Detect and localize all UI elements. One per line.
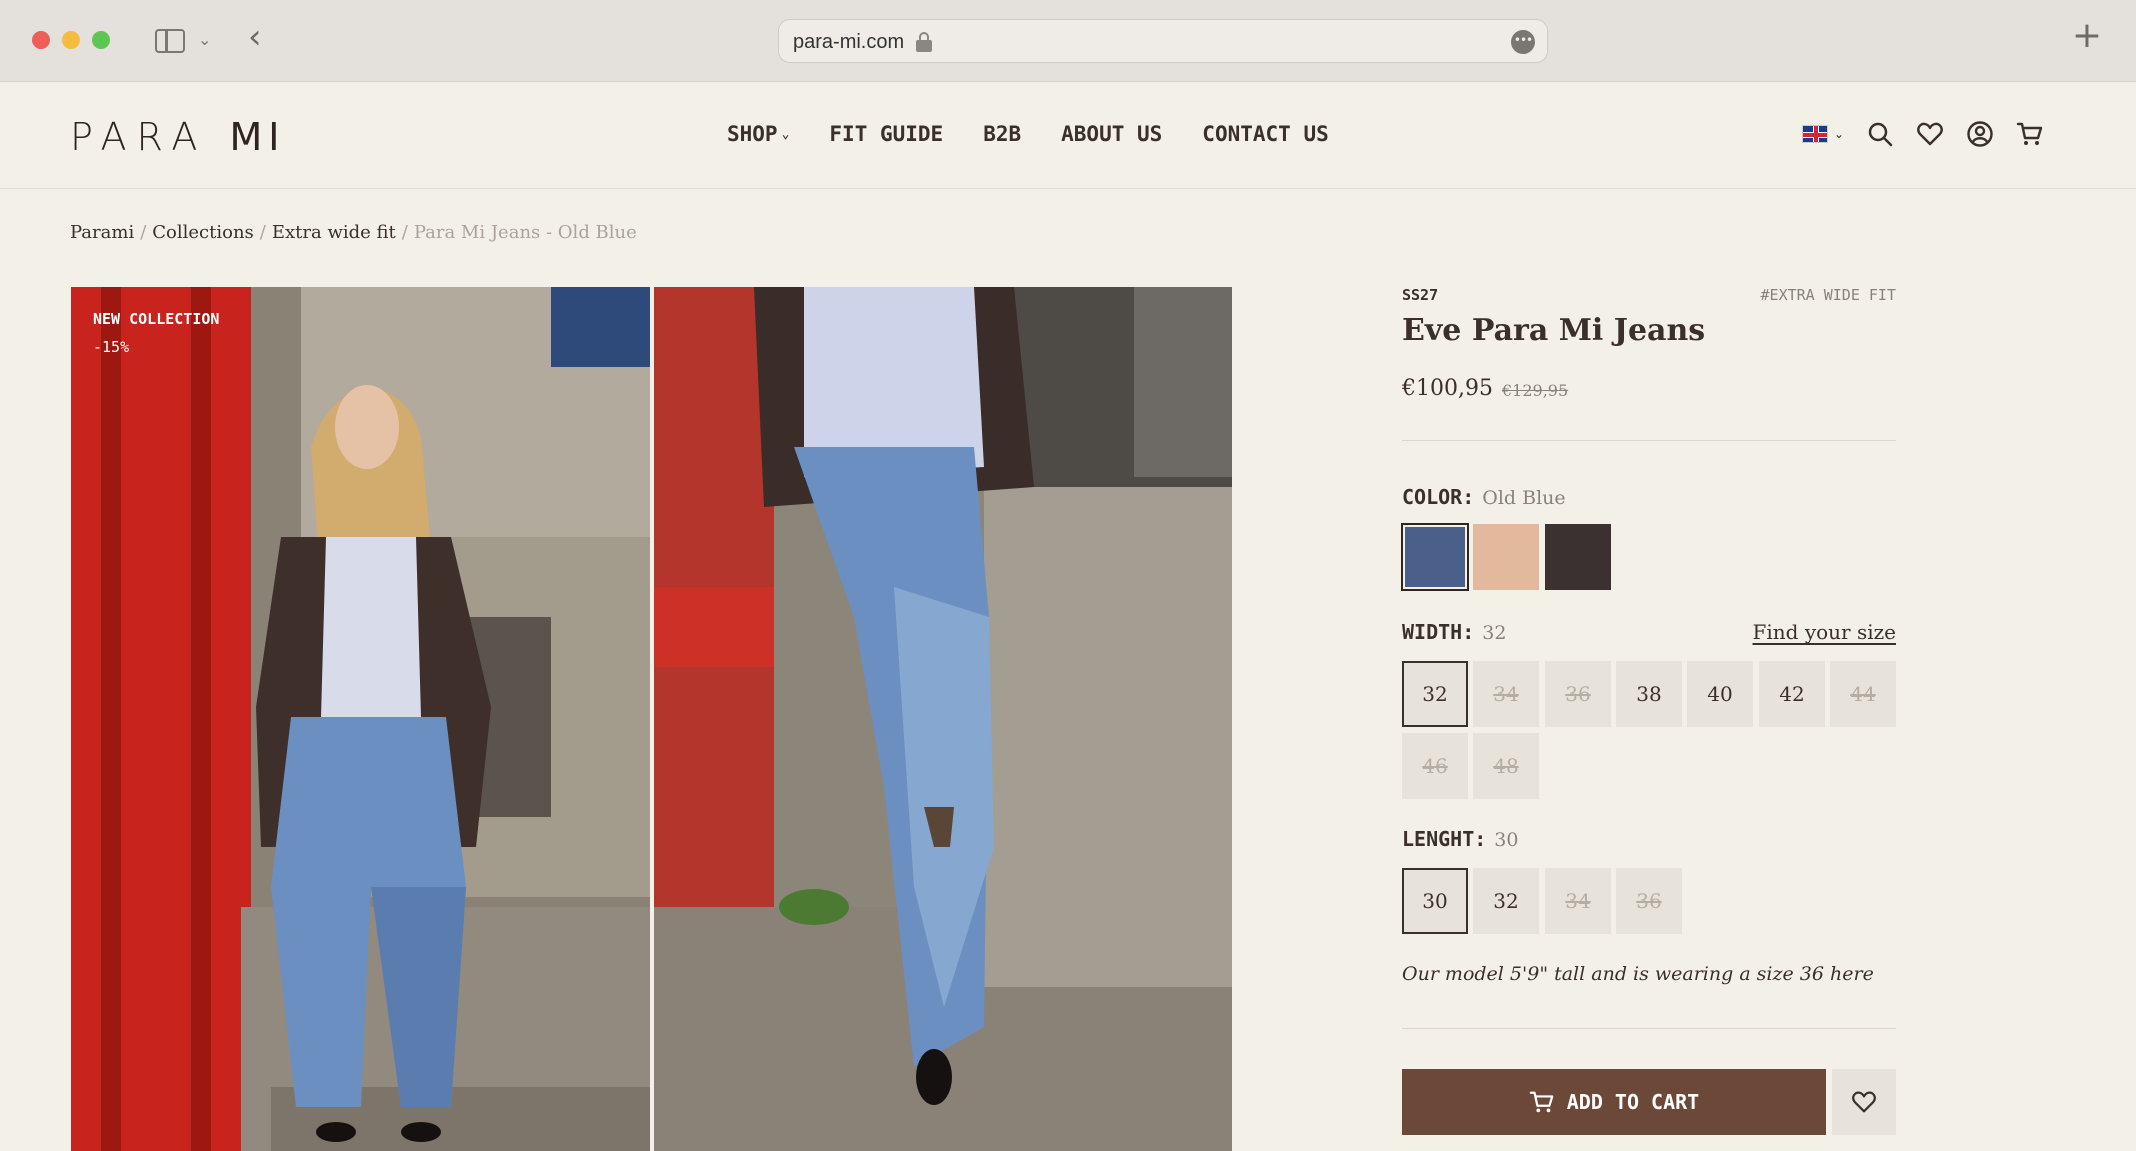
width-option-34[interactable]: 34 bbox=[1473, 661, 1539, 727]
model-size-note: Our model 5'9" tall and is wearing a siz… bbox=[1402, 963, 1874, 985]
new-collection-badge: NEW COLLECTION bbox=[93, 310, 220, 328]
color-swatch-beige[interactable] bbox=[1473, 524, 1539, 590]
length-option-32[interactable]: 32 bbox=[1473, 868, 1539, 934]
chevron-down-icon: ⌄ bbox=[781, 127, 790, 142]
width-label: WIDTH: 32 bbox=[1402, 620, 1507, 644]
length-option-30[interactable]: 30 bbox=[1402, 868, 1468, 934]
divider bbox=[1402, 1028, 1896, 1029]
color-swatch-black[interactable] bbox=[1545, 524, 1611, 590]
search-icon[interactable] bbox=[1866, 120, 1894, 148]
breadcrumb-link-parami[interactable]: Parami bbox=[70, 222, 134, 243]
color-value: Old Blue bbox=[1482, 487, 1566, 509]
breadcrumb-link-extra-wide-fit[interactable]: Extra wide fit bbox=[272, 222, 396, 243]
back-chevron-icon[interactable]: ‹ bbox=[248, 20, 262, 54]
width-option-46[interactable]: 46 bbox=[1402, 733, 1468, 799]
length-value: 30 bbox=[1494, 829, 1519, 851]
nav-about-us[interactable]: ABOUT US bbox=[1061, 122, 1162, 146]
product-price: €100,95 bbox=[1402, 376, 1493, 401]
width-option-40[interactable]: 40 bbox=[1687, 661, 1753, 727]
width-option-48[interactable]: 48 bbox=[1473, 733, 1539, 799]
nav-b2b[interactable]: B2B bbox=[983, 122, 1021, 146]
cart-icon bbox=[1529, 1091, 1554, 1113]
url-text: para-mi.com bbox=[793, 31, 905, 53]
discount-badge: -15% bbox=[93, 338, 130, 356]
product-old-price: €129,95 bbox=[1502, 381, 1569, 400]
product-photo-1[interactable] bbox=[71, 287, 650, 1151]
width-option-42[interactable]: 42 bbox=[1759, 661, 1825, 727]
length-option-34[interactable]: 34 bbox=[1545, 868, 1611, 934]
site-logo[interactable]: PARA MI bbox=[70, 115, 285, 159]
chevron-down-icon[interactable]: ⌄ bbox=[198, 30, 211, 49]
uk-flag-icon[interactable] bbox=[1802, 125, 1828, 143]
add-to-cart-button[interactable]: ADD TO CART bbox=[1402, 1069, 1826, 1135]
width-option-32[interactable]: 32 bbox=[1402, 661, 1468, 727]
add-to-wishlist-button[interactable] bbox=[1832, 1069, 1896, 1135]
breadcrumb-current: Para Mi Jeans - Old Blue bbox=[413, 222, 637, 243]
minimize-window-button[interactable] bbox=[62, 31, 80, 49]
breadcrumb-link-collections[interactable]: Collections bbox=[152, 222, 254, 243]
cart-icon[interactable] bbox=[2016, 120, 2044, 148]
add-to-cart-label: ADD TO CART bbox=[1566, 1090, 1700, 1114]
chevron-down-icon[interactable]: ⌄ bbox=[1834, 127, 1844, 141]
width-option-44[interactable]: 44 bbox=[1830, 661, 1896, 727]
breadcrumb: Parami / Collections / Extra wide fit / Para M… bbox=[70, 222, 637, 243]
heart-icon bbox=[1852, 1091, 1876, 1113]
nav-fit-guide[interactable]: FIT GUIDE bbox=[829, 122, 943, 146]
nav-contact-us[interactable]: CONTACT US bbox=[1202, 122, 1328, 146]
length-label: LENGHT: 30 bbox=[1402, 827, 1519, 851]
heart-icon[interactable] bbox=[1916, 120, 1944, 148]
width-value: 32 bbox=[1482, 622, 1507, 644]
sidebar-icon[interactable] bbox=[155, 29, 185, 53]
divider bbox=[1402, 440, 1896, 441]
main-nav: SHOP ⌄ FIT GUIDE B2B ABOUT US CONTACT US bbox=[727, 122, 1329, 146]
season-code: SS27 bbox=[1402, 286, 1439, 304]
find-your-size-link[interactable]: Find your size bbox=[1753, 620, 1897, 644]
header-actions: ⌄ bbox=[1802, 120, 2044, 148]
product-photo-2[interactable] bbox=[654, 287, 1232, 1151]
color-label: COLOR: Old Blue bbox=[1402, 485, 1566, 509]
address-bar[interactable]: para-mi.com ••• bbox=[778, 19, 1548, 63]
fit-tag[interactable]: #EXTRA WIDE FIT bbox=[1761, 286, 1896, 304]
more-icon[interactable]: ••• bbox=[1511, 30, 1535, 54]
lock-icon bbox=[916, 32, 932, 52]
browser-toolbar: ⌄ ‹ para-mi.com ••• + bbox=[0, 0, 2136, 82]
account-icon[interactable] bbox=[1966, 120, 1994, 148]
width-option-36[interactable]: 36 bbox=[1545, 661, 1611, 727]
length-option-36[interactable]: 36 bbox=[1616, 868, 1682, 934]
maximize-window-button[interactable] bbox=[92, 31, 110, 49]
close-window-button[interactable] bbox=[32, 31, 50, 49]
site-header: PARA MI SHOP ⌄ FIT GUIDE B2B ABOUT US CON… bbox=[0, 82, 2136, 189]
width-option-38[interactable]: 38 bbox=[1616, 661, 1682, 727]
product-name: Eve Para Mi Jeans bbox=[1402, 313, 1706, 348]
color-swatch-old-blue[interactable] bbox=[1401, 523, 1469, 591]
nav-shop[interactable]: SHOP ⌄ bbox=[727, 122, 789, 146]
plus-icon[interactable]: + bbox=[2072, 18, 2102, 54]
